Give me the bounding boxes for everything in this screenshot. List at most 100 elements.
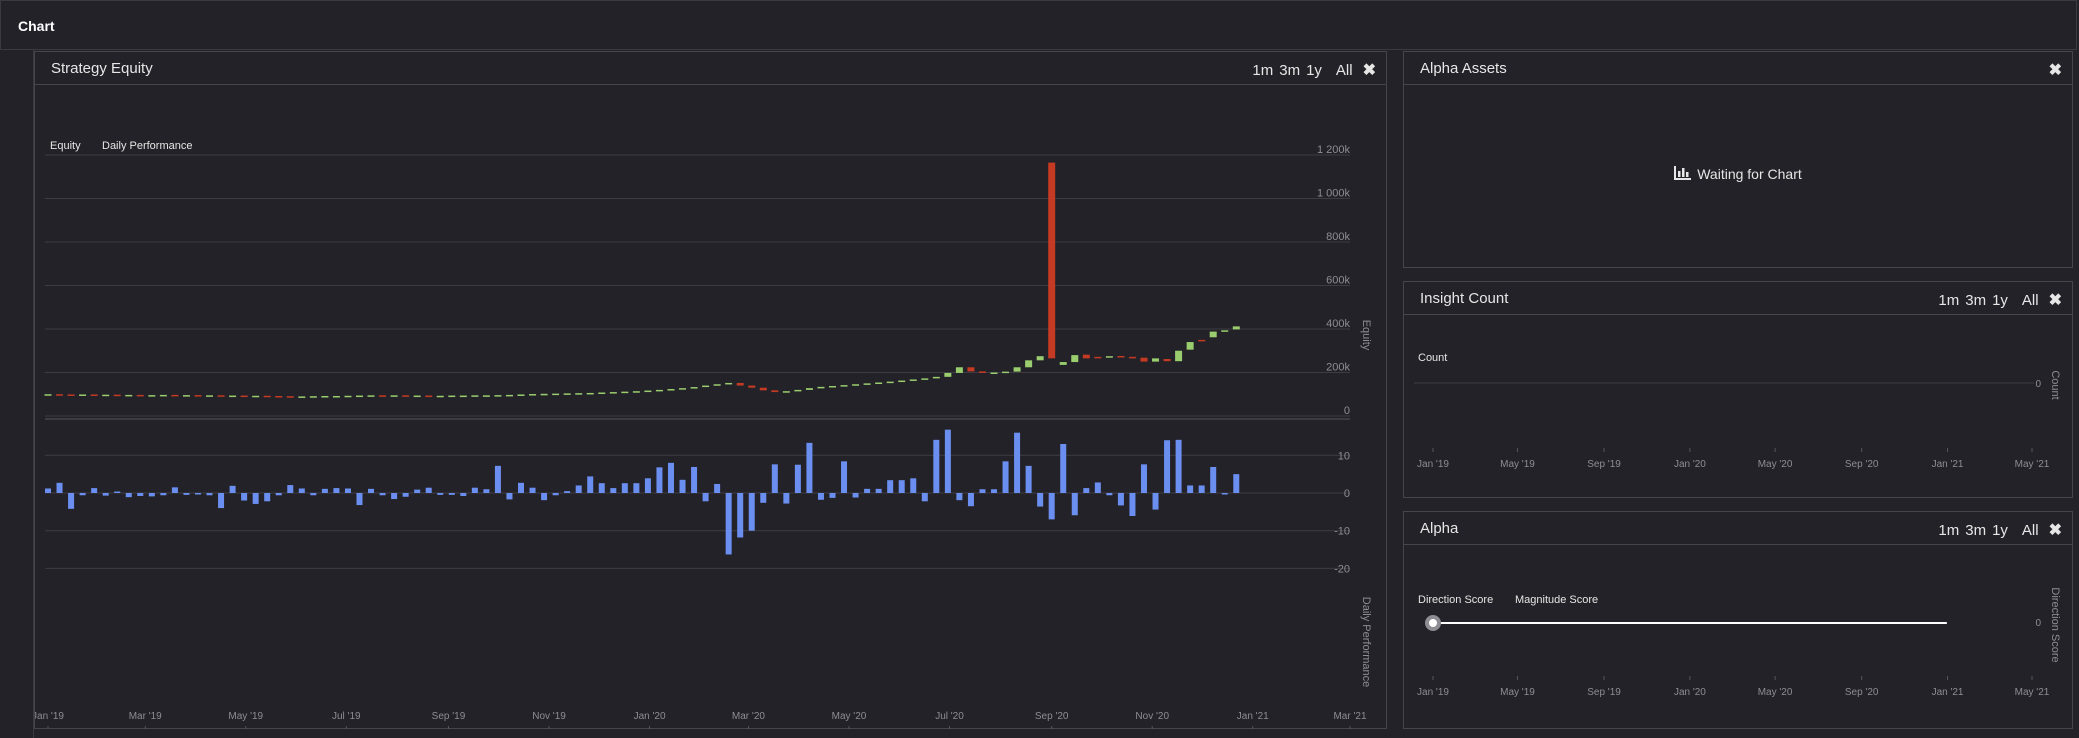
range-1m-button[interactable]: 1m — [1252, 62, 1273, 79]
x-tick-label: Mar '21 — [1333, 711, 1366, 722]
x-tick-label: Sep '20 — [1845, 687, 1879, 698]
equity-tick-label: 0 — [1344, 405, 1350, 417]
performance-bar — [114, 491, 121, 493]
equity-candle — [56, 394, 64, 396]
panel-title: Alpha Assets — [1420, 60, 1507, 77]
performance-bar — [518, 482, 525, 493]
performance-bar — [760, 493, 767, 503]
range-all-button[interactable]: All — [1336, 62, 1353, 79]
equity-candle — [448, 395, 456, 398]
equity-candle — [1082, 354, 1090, 359]
range-all-button[interactable]: All — [2022, 292, 2039, 309]
equity-candle — [898, 380, 906, 383]
legend-item-equity: Equity — [50, 140, 81, 152]
equity-candle — [1013, 367, 1021, 372]
x-tick-label: Jul '20 — [935, 711, 964, 722]
performance-bar — [829, 493, 836, 498]
performance-bar — [806, 442, 813, 493]
legend-item-direction-score: Direction Score — [1418, 594, 1493, 606]
equity-candle — [90, 394, 98, 396]
performance-bar — [1048, 493, 1055, 520]
equity-candle — [459, 395, 467, 398]
equity-candle — [978, 371, 986, 373]
range-all-button[interactable]: All — [2022, 522, 2039, 539]
equity-candle — [644, 390, 652, 393]
performance-bar — [1094, 482, 1101, 493]
close-icon[interactable]: ✖ — [2049, 290, 2062, 310]
equity-candle — [309, 396, 317, 398]
x-tick-label: May '20 — [1758, 459, 1793, 470]
equity-candle — [759, 387, 767, 391]
equity-candle — [782, 391, 790, 393]
x-tick-label: May '21 — [2015, 687, 2050, 698]
equity-candle — [771, 390, 779, 393]
equity-candle — [44, 394, 52, 396]
strategy-equity-chart: Equity Daily Performance 1 200k 1 000k 800k 6… — [35, 140, 1372, 729]
performance-bar — [79, 493, 86, 496]
performance-bar — [206, 493, 213, 496]
equity-candle — [563, 393, 571, 395]
range-1m-button[interactable]: 1m — [1938, 292, 1959, 309]
performance-bar — [910, 478, 917, 493]
equity-candle — [852, 384, 860, 386]
equity-candle — [217, 395, 225, 397]
equity-candle — [413, 395, 421, 398]
equity-candle — [298, 396, 306, 398]
close-icon[interactable]: ✖ — [2049, 60, 2062, 80]
performance-bar — [1014, 432, 1021, 493]
equity-candle — [1002, 371, 1010, 374]
equity-candle — [79, 394, 87, 396]
x-tick-label: Mar '20 — [732, 711, 765, 722]
performance-bar — [1025, 465, 1032, 493]
performance-bar — [460, 493, 467, 497]
performance-bar — [275, 493, 282, 496]
equity-candle — [667, 389, 675, 391]
range-3m-button[interactable]: 3m — [1279, 62, 1300, 79]
performance-bar — [1037, 493, 1044, 507]
performance-bar — [356, 493, 363, 506]
equity-candle — [1140, 357, 1148, 362]
range-controls: 1m 3m 1y All ✖ — [1938, 290, 2062, 310]
equity-candle — [113, 394, 121, 397]
range-1m-button[interactable]: 1m — [1938, 522, 1959, 539]
performance-bar — [125, 493, 132, 498]
performance-bar — [391, 493, 398, 500]
performance-tick-label: 0 — [1344, 488, 1350, 500]
close-icon[interactable]: ✖ — [2049, 520, 2062, 540]
x-tick-label: Jan '21 — [1932, 687, 1964, 698]
y-tick-label: 0 — [2035, 379, 2041, 390]
equity-candle — [875, 382, 883, 385]
range-1y-button[interactable]: 1y — [1992, 522, 2008, 539]
x-tick-label: Jan '20 — [1674, 459, 1706, 470]
equity-candle — [505, 394, 513, 397]
range-1y-button[interactable]: 1y — [1306, 62, 1322, 79]
close-icon[interactable]: ✖ — [1363, 60, 1376, 80]
equity-candle — [1163, 359, 1171, 362]
performance-bar — [748, 493, 755, 531]
x-tick-label: May '19 — [228, 711, 263, 722]
performance-bar — [160, 493, 167, 496]
equity-candle — [321, 395, 329, 398]
performance-bar — [333, 488, 340, 493]
performance-bar — [864, 488, 871, 493]
performance-bar — [448, 493, 455, 495]
performance-bar — [310, 493, 317, 496]
x-tick-label: Jan '20 — [1674, 687, 1706, 698]
performance-bar — [656, 467, 663, 493]
equity-candle — [863, 383, 871, 385]
legend-item-daily-performance: Daily Performance — [102, 140, 192, 152]
performance-bar — [702, 493, 709, 502]
equity-candle — [794, 389, 802, 392]
equity-candle — [632, 391, 640, 393]
performance-bar — [691, 466, 698, 493]
equity-candle — [748, 385, 756, 388]
range-3m-button[interactable]: 3m — [1965, 292, 1986, 309]
range-3m-button[interactable]: 3m — [1965, 522, 1986, 539]
performance-bar — [1187, 485, 1194, 493]
equity-candle — [159, 394, 167, 397]
top-bar: Chart — [0, 0, 2077, 50]
range-1y-button[interactable]: 1y — [1992, 292, 2008, 309]
x-tick-label: May '20 — [832, 711, 867, 722]
performance-bar — [1140, 464, 1147, 493]
performance-bar — [506, 493, 513, 500]
